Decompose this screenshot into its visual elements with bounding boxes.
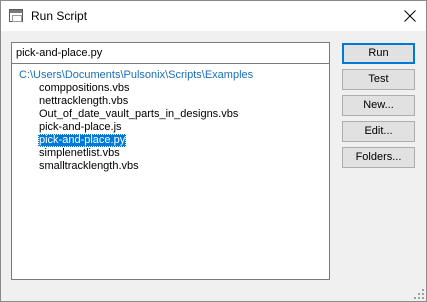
script-file-list[interactable]: C:\Users\Documents\Pulsonix\Scripts\Exam… <box>11 64 330 280</box>
close-icon <box>404 10 416 22</box>
title-bar[interactable]: Run Script <box>1 1 426 31</box>
script-name-input[interactable]: pick-and-place.py <box>11 42 330 64</box>
window-icon <box>9 9 23 22</box>
folder-path[interactable]: C:\Users\Documents\Pulsonix\Scripts\Exam… <box>19 69 253 82</box>
edit-button[interactable]: Edit... <box>342 121 415 142</box>
list-item-selected[interactable]: pick-and-place.py <box>38 134 127 147</box>
run-button[interactable]: Run <box>342 43 415 64</box>
list-item[interactable]: smalltracklength.vbs <box>38 160 140 173</box>
new-button[interactable]: New... <box>342 95 415 116</box>
test-button[interactable]: Test <box>342 69 415 90</box>
list-item[interactable]: Out_of_date_vault_parts_in_designs.vbs <box>38 108 239 121</box>
window-title: Run Script <box>31 9 88 23</box>
folders-button[interactable]: Folders... <box>342 147 415 168</box>
list-item[interactable]: simplenetlist.vbs <box>38 147 121 160</box>
close-button[interactable] <box>394 1 426 31</box>
list-item[interactable]: comppositions.vbs <box>38 82 131 95</box>
run-script-dialog: Run Script pick-and-place.py C:\Users\Do… <box>0 0 427 302</box>
list-item[interactable]: nettracklength.vbs <box>38 95 129 108</box>
resize-grip-icon[interactable] <box>414 289 424 299</box>
list-item[interactable]: pick-and-place.js <box>38 121 123 134</box>
